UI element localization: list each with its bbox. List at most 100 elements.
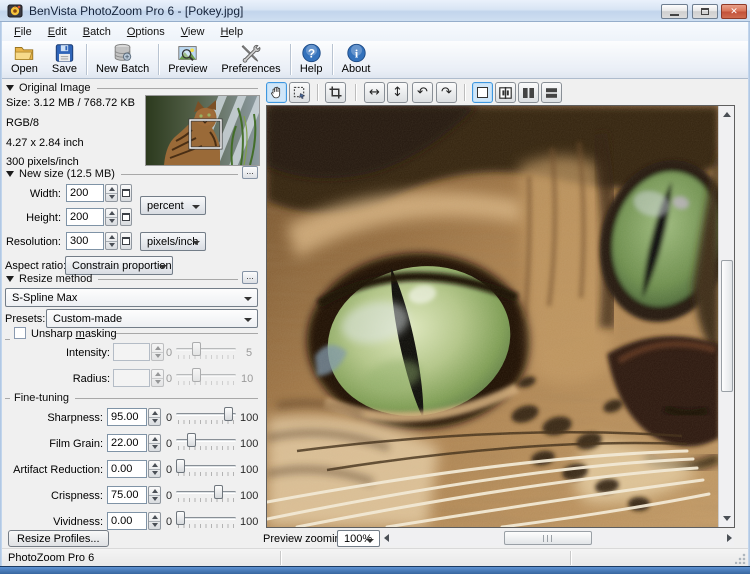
sharpness-input[interactable] <box>107 408 147 426</box>
original-image-header[interactable]: Original Image <box>6 82 258 94</box>
menu-bar: File Edit Batch Options View Help <box>2 22 748 41</box>
artifact-reduction-spinner[interactable] <box>148 460 161 478</box>
collapse-triangle-icon <box>6 171 14 177</box>
section-title: New size (12.5 MB) <box>19 168 115 180</box>
preferences-tools-icon <box>239 42 262 64</box>
resize-method-dropdown[interactable]: S-Spline Max <box>5 288 258 307</box>
about-label: About <box>342 63 371 75</box>
resolution-spinner[interactable] <box>105 232 118 250</box>
film-grain-label: Film Grain: <box>5 438 103 450</box>
toolbar-separator <box>158 44 159 75</box>
view-split-horizontal-icon <box>545 87 558 99</box>
scroll-left-icon[interactable] <box>384 534 389 542</box>
menu-view[interactable]: View <box>173 24 213 40</box>
crispness-spinner[interactable] <box>148 486 161 504</box>
marquee-tool-button[interactable] <box>289 82 310 103</box>
height-input[interactable] <box>66 208 104 226</box>
artifact-reduction-input[interactable] <box>107 460 147 478</box>
section-title: Original Image <box>19 82 91 94</box>
presets-label: Presets: <box>5 313 45 325</box>
presets-dropdown[interactable]: Custom-made <box>46 309 258 328</box>
title-bar[interactable]: BenVista PhotoZoom Pro 6 - [Pokey.jpg] <box>0 0 750 22</box>
view-split-horizontal-button[interactable] <box>541 82 562 103</box>
resolution-preset-button[interactable] <box>120 232 132 250</box>
height-spinner[interactable] <box>105 208 118 226</box>
resize-grip[interactable] <box>735 553 746 564</box>
vertical-scrollbar[interactable] <box>718 106 734 527</box>
toolbar-separator <box>332 44 333 75</box>
unsharp-masking-checkbox[interactable] <box>14 327 26 339</box>
hand-tool-button[interactable] <box>266 82 287 103</box>
original-size: Size: 3.12 MB / 768.72 KB <box>6 97 135 109</box>
resize-method-header[interactable]: Resize method <box>6 273 238 285</box>
preview-image[interactable] <box>267 106 719 527</box>
help-button[interactable]: ? Help <box>293 41 330 78</box>
app-logo-icon <box>7 3 23 19</box>
resolution-input[interactable] <box>66 232 104 250</box>
preview-image-icon <box>176 42 199 64</box>
intensity-label: Intensity: <box>30 347 110 359</box>
original-thumbnail[interactable] <box>145 95 260 166</box>
artifact-reduction-slider[interactable] <box>176 458 236 478</box>
unsharp-masking-label: Unsharp masking <box>31 328 117 340</box>
size-unit-dropdown[interactable]: percent <box>140 196 206 215</box>
new-batch-button[interactable]: New Batch <box>89 41 156 78</box>
vertical-scroll-thumb[interactable] <box>721 260 733 392</box>
crispness-input[interactable] <box>107 486 147 504</box>
film-grain-spinner[interactable] <box>148 434 161 452</box>
width-input[interactable] <box>66 184 104 202</box>
menu-edit[interactable]: Edit <box>40 24 75 40</box>
resize-method-more-button[interactable]: ... <box>242 271 258 284</box>
film-grain-slider[interactable] <box>176 432 236 452</box>
new-size-header[interactable]: New size (12.5 MB) <box>6 168 238 180</box>
vividness-slider[interactable] <box>176 510 236 530</box>
preview-button[interactable]: Preview <box>161 41 214 78</box>
height-preset-button[interactable] <box>120 208 132 226</box>
preferences-label: Preferences <box>221 63 280 75</box>
width-spinner[interactable] <box>105 184 118 202</box>
flip-horizontal-button[interactable]: ↔ <box>364 82 385 103</box>
menu-batch[interactable]: Batch <box>75 24 119 40</box>
new-size-more-button[interactable]: ... <box>242 166 258 179</box>
about-icon: i <box>345 42 368 64</box>
rotate-cw-button[interactable]: ↷ <box>436 82 457 103</box>
save-button[interactable]: Save <box>45 41 84 78</box>
scroll-up-icon[interactable] <box>723 112 731 117</box>
maximize-button[interactable] <box>692 4 718 19</box>
scroll-down-icon[interactable] <box>723 516 731 521</box>
film-grain-input[interactable] <box>107 434 147 452</box>
minimize-button[interactable] <box>661 4 688 19</box>
preview-zoom-dropdown[interactable]: 100% <box>337 530 380 547</box>
view-single-button[interactable] <box>472 82 493 103</box>
preferences-button[interactable]: Preferences <box>214 41 287 78</box>
resize-profiles-button[interactable]: Resize Profiles... <box>8 530 109 547</box>
menu-file[interactable]: File <box>6 24 40 40</box>
about-button[interactable]: i About <box>335 41 378 78</box>
menu-options[interactable]: Options <box>119 24 173 40</box>
flip-vertical-button[interactable]: ↕ <box>387 82 408 103</box>
sharpness-slider[interactable] <box>176 406 236 426</box>
sharpness-spinner[interactable] <box>148 408 161 426</box>
aspect-ratio-label: Aspect ratio: <box>5 260 66 272</box>
width-preset-button[interactable] <box>120 184 132 202</box>
rotate-ccw-button[interactable]: ↶ <box>412 82 433 103</box>
toolbar-separator <box>290 44 291 75</box>
crispness-slider[interactable] <box>176 484 236 504</box>
open-button[interactable]: Open <box>4 41 45 78</box>
open-label: Open <box>11 63 38 75</box>
close-button[interactable]: ✕ <box>721 4 747 19</box>
scroll-right-icon[interactable] <box>727 534 732 542</box>
app-window: BenVista PhotoZoom Pro 6 - [Pokey.jpg] ✕… <box>0 0 750 574</box>
chevron-down-icon <box>192 205 200 209</box>
view-compare-button[interactable] <box>495 82 516 103</box>
crop-tool-button[interactable] <box>325 82 346 103</box>
horizontal-scrollbar[interactable] <box>382 530 734 546</box>
view-split-vertical-button[interactable] <box>518 82 539 103</box>
vividness-spinner[interactable] <box>148 512 161 530</box>
resolution-unit-dropdown[interactable]: pixels/inch <box>140 232 206 251</box>
intensity-input <box>113 343 150 361</box>
crop-icon <box>329 86 342 99</box>
menu-help[interactable]: Help <box>212 24 251 40</box>
horizontal-scroll-thumb[interactable] <box>504 531 592 545</box>
vividness-input[interactable] <box>107 512 147 530</box>
